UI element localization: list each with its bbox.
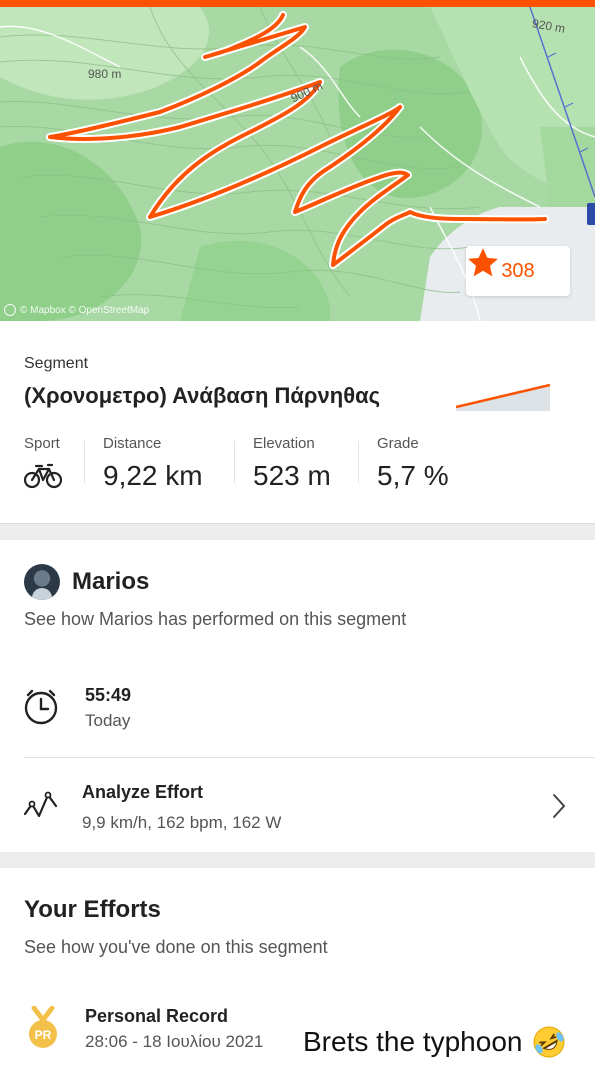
stat-label: Elevation <box>253 435 315 452</box>
stat-distance: Distance 9,22 km <box>103 435 203 492</box>
analysis-icon <box>23 791 58 818</box>
athlete-card: Marios See how Marios has performed on t… <box>0 540 595 852</box>
medal-icon: PR <box>29 1006 57 1048</box>
stat-elevation: Elevation 523 m <box>253 435 331 492</box>
star-icon <box>468 248 498 277</box>
avatar[interactable] <box>24 564 60 600</box>
segment-map[interactable]: 980 m 900 m 920 m © Mapbox © OpenStreetM… <box>0 7 595 321</box>
attribution-text: © Mapbox © OpenStreetMap <box>20 304 150 316</box>
pr-title: Personal Record <box>85 1006 229 1026</box>
athlete-name[interactable]: Marios <box>72 568 149 596</box>
effort-time-row[interactable]: 55:49 Today <box>0 670 595 750</box>
clock-icon <box>24 689 58 725</box>
stat-value: 9,22 km <box>103 460 203 491</box>
stat-divider <box>234 441 235 483</box>
stat-divider <box>84 441 85 483</box>
overlay-caption: Brets the typhoon <box>303 1025 566 1059</box>
efforts-title: Your Efforts <box>24 896 161 923</box>
stat-label: Grade <box>377 435 419 452</box>
effort-time: 55:49 <box>85 685 132 705</box>
analyze-title: Analyze Effort <box>82 782 204 802</box>
pr-badge-text: PR <box>35 1028 52 1042</box>
stat-grade: Grade 5,7 % <box>377 435 449 492</box>
star-count: 308 <box>501 259 535 282</box>
elevation-profile <box>456 383 550 411</box>
pr-detail: 28:06 - 18 Ιουλίου 2021 <box>85 1032 264 1051</box>
segment-kicker: Segment <box>24 355 89 372</box>
athlete-subtitle: See how Marios has performed on this seg… <box>24 609 407 629</box>
caption-text: Brets the typhoon <box>303 1026 523 1057</box>
segment-card: Segment (Χρονομετρο) Ανάβαση Πάρνηθας Sp… <box>0 321 595 524</box>
stat-value: 523 m <box>253 460 331 491</box>
stat-sport: Sport <box>23 435 63 495</box>
analyze-effort-row[interactable]: Analyze Effort 9,9 km/h, 162 bpm, 162 W <box>0 758 595 852</box>
info-icon[interactable] <box>4 304 16 316</box>
segment-title: (Χρονομετρο) Ανάβαση Πάρνηθας <box>24 383 381 408</box>
stat-divider <box>358 441 359 483</box>
map-attribution[interactable]: © Mapbox © OpenStreetMap <box>4 304 149 316</box>
efforts-subtitle: See how you've done on this segment <box>24 937 328 957</box>
stat-label: Sport <box>24 435 60 452</box>
bike-icon <box>23 463 63 489</box>
contour-label: 980 m <box>88 67 122 81</box>
top-accent-bar <box>0 0 595 7</box>
stat-label: Distance <box>103 435 162 452</box>
rolling-on-floor-laughing-emoji <box>533 1026 565 1058</box>
chevron-right-icon[interactable] <box>551 793 567 819</box>
athlete-header[interactable]: Marios <box>24 564 149 600</box>
stat-value: 5,7 % <box>377 460 449 491</box>
effort-date: Today <box>85 711 131 730</box>
star-button[interactable]: 308 <box>466 246 570 296</box>
analyze-metrics: 9,9 km/h, 162 bpm, 162 W <box>82 813 282 832</box>
